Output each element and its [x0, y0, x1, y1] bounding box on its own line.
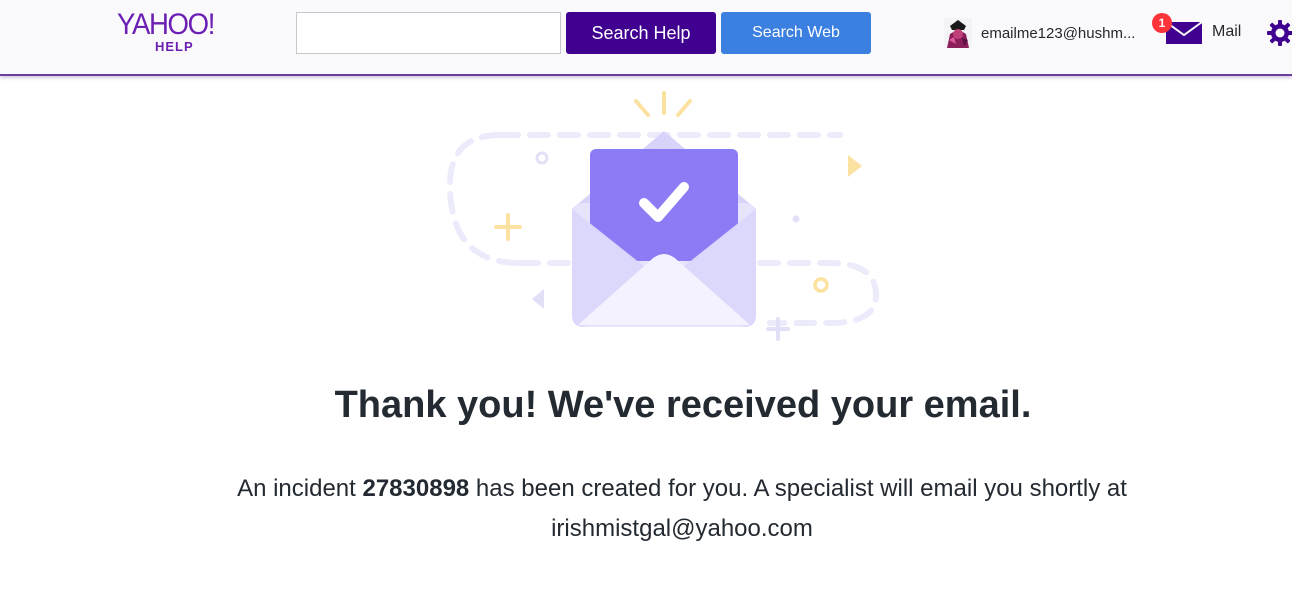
confirmation-heading: Thank you! We've received your email.: [334, 384, 1032, 426]
message-middle: has been created for you. A specialist w…: [469, 475, 1127, 502]
mail-link[interactable]: 1 Mail: [1152, 13, 1242, 50]
confirmation-message: An incident 27830898 has been created fo…: [182, 469, 1182, 549]
profile-menu[interactable]: emailme123@hushm...: [944, 16, 1135, 50]
avatar: [944, 18, 972, 48]
search-input[interactable]: [296, 12, 561, 54]
profile-name: emailme123@hushm...: [981, 24, 1136, 42]
logo-wordmark: YAHOO!: [117, 8, 215, 41]
incident-number: 27830898: [362, 475, 470, 502]
search-help-button[interactable]: Search Help: [566, 12, 716, 54]
search-web-button[interactable]: Search Web: [721, 12, 871, 54]
mail-envelope-icon: 1: [1152, 13, 1204, 47]
gear-icon[interactable]: [1266, 19, 1292, 47]
top-header: YAHOO! HELP Search Help Search Web email…: [0, 0, 1292, 76]
envelope-check-icon: [446, 91, 880, 341]
specialist-reply-email: irishmistgal@yahoo.com: [551, 515, 813, 542]
mail-unread-badge: 1: [1152, 13, 1172, 33]
mail-label: Mail: [1212, 23, 1242, 40]
logo-subtitle: HELP: [155, 39, 194, 54]
message-prefix: An incident: [237, 475, 363, 502]
yahoo-help-logo[interactable]: YAHOO! HELP: [117, 9, 237, 57]
